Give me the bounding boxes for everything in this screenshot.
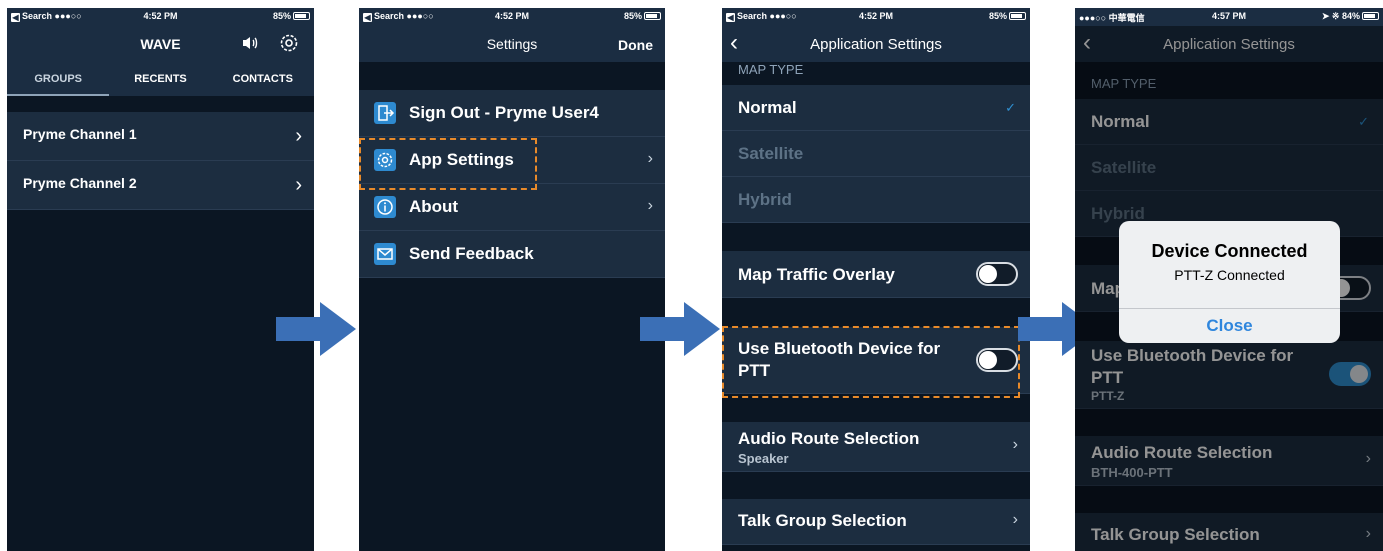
channel-row-2[interactable]: Pryme Channel 2 › — [7, 161, 314, 210]
setting-map-traffic-overlay: Map Traffic Overlay — [722, 251, 1030, 298]
alert-divider — [1119, 308, 1340, 309]
battery-percent: 84% — [1341, 11, 1360, 21]
battery-icon — [293, 12, 310, 20]
battery-icon — [1362, 12, 1379, 20]
option-label: Normal — [738, 98, 797, 117]
tab-recents[interactable]: RECENTS — [109, 62, 211, 96]
status-time: 4:52 PM — [143, 11, 178, 21]
location-icon: ➤ — [1321, 11, 1330, 21]
channel-name: Pryme Channel 2 — [23, 175, 137, 191]
screen-wave-groups: ◀ Search ●●●○○ 4:52 PM 85% WAVE GROUPS RE… — [7, 8, 314, 551]
alert-title: Device Connected — [1151, 241, 1308, 261]
channel-name: Pryme Channel 1 — [23, 126, 137, 142]
mail-icon — [374, 243, 396, 265]
battery-percent: 85% — [272, 11, 291, 21]
page-title: Application Settings — [810, 36, 942, 53]
nav-bar: Settings Done — [359, 26, 665, 62]
setting-audio-route[interactable]: Audio Route Selection Speaker › — [722, 422, 1030, 472]
done-button[interactable]: Done — [618, 37, 653, 53]
battery-icon — [1009, 12, 1026, 20]
tab-bar: GROUPS RECENTS CONTACTS — [7, 62, 314, 96]
screen-application-settings: ◀ Search ●●●○○ 4:52 PM 85% ‹ Application … — [722, 8, 1030, 551]
highlight-bluetooth-ptt — [722, 326, 1020, 398]
close-button[interactable]: Close — [1119, 316, 1340, 336]
chevron-right-icon: › — [1012, 511, 1018, 528]
info-icon — [374, 196, 396, 218]
setting-label: Audio Route Selection — [738, 429, 920, 448]
menu-item-about[interactable]: About › — [359, 184, 665, 231]
menu-item-sign-out[interactable]: Sign Out - Pryme User4 — [359, 90, 665, 137]
chevron-right-icon: › — [647, 150, 653, 167]
menu-item-send-feedback[interactable]: Send Feedback — [359, 231, 665, 278]
checkmark-icon: ✓ — [1005, 100, 1016, 115]
setting-talk-group[interactable]: Talk Group Selection › — [722, 499, 1030, 545]
menu-item-label: Sign Out - Pryme User4 — [409, 103, 599, 122]
status-time: 4:52 PM — [858, 11, 893, 21]
volume-icon[interactable] — [240, 33, 260, 58]
section-header-map-type: MAP TYPE — [738, 62, 804, 77]
option-label: Satellite — [738, 144, 804, 163]
setting-value: Speaker — [738, 451, 789, 466]
tab-groups[interactable]: GROUPS — [7, 62, 110, 96]
status-bar: ◀ Search ●●●○○ 4:52 PM 85% — [359, 8, 665, 26]
screen-application-settings-connected: ●●●○○ 中華電信 4:57 PM ➤ ※ 84% ‹ Application… — [1075, 8, 1383, 551]
chevron-right-icon: › — [647, 197, 653, 214]
option-satellite[interactable]: Satellite — [722, 131, 1030, 177]
sign-out-icon — [374, 102, 396, 124]
alert-message: PTT-Z Connected — [1174, 267, 1285, 283]
setting-label: Map Traffic Overlay — [738, 265, 895, 284]
nav-bar: ‹ Application Settings — [722, 26, 1030, 62]
status-bar: ◀ Search ●●●○○ 4:52 PM 85% — [722, 8, 1030, 26]
battery-percent: 85% — [623, 11, 642, 21]
option-label: Hybrid — [738, 190, 792, 209]
menu-item-label: Send Feedback — [409, 244, 534, 263]
chevron-right-icon: › — [295, 125, 302, 147]
battery-percent: 85% — [988, 11, 1007, 21]
menu-item-label: About — [409, 197, 459, 216]
option-normal[interactable]: Normal ✓ — [722, 85, 1030, 131]
channel-row-1[interactable]: Pryme Channel 1 › — [7, 112, 314, 161]
status-bar: ◀ Search ●●●○○ 4:52 PM 85% — [7, 8, 314, 26]
status-time: 4:52 PM — [494, 11, 529, 21]
nav-bar: WAVE — [7, 26, 314, 62]
arrow-right-icon — [640, 302, 720, 356]
chevron-right-icon: › — [295, 174, 302, 196]
bluetooth-icon: ※ — [1331, 11, 1340, 21]
gear-icon[interactable] — [278, 32, 300, 59]
tab-contacts[interactable]: CONTACTS — [212, 62, 314, 96]
battery-icon — [644, 12, 661, 20]
screen-settings: ◀ Search ●●●○○ 4:52 PM 85% Settings Done … — [359, 8, 665, 551]
traffic-toggle[interactable] — [976, 262, 1018, 286]
highlight-app-settings — [359, 138, 537, 190]
alert-dialog: Device Connected PTT-Z Connected Close — [1119, 221, 1340, 343]
option-hybrid[interactable]: Hybrid — [722, 177, 1030, 223]
setting-label: Talk Group Selection — [738, 511, 907, 530]
chevron-right-icon: › — [1012, 436, 1018, 453]
arrow-right-icon — [276, 302, 356, 356]
status-bar: ●●●○○ 中華電信 4:57 PM ➤ ※ 84% — [1075, 8, 1383, 26]
app-title: WAVE — [140, 36, 181, 52]
